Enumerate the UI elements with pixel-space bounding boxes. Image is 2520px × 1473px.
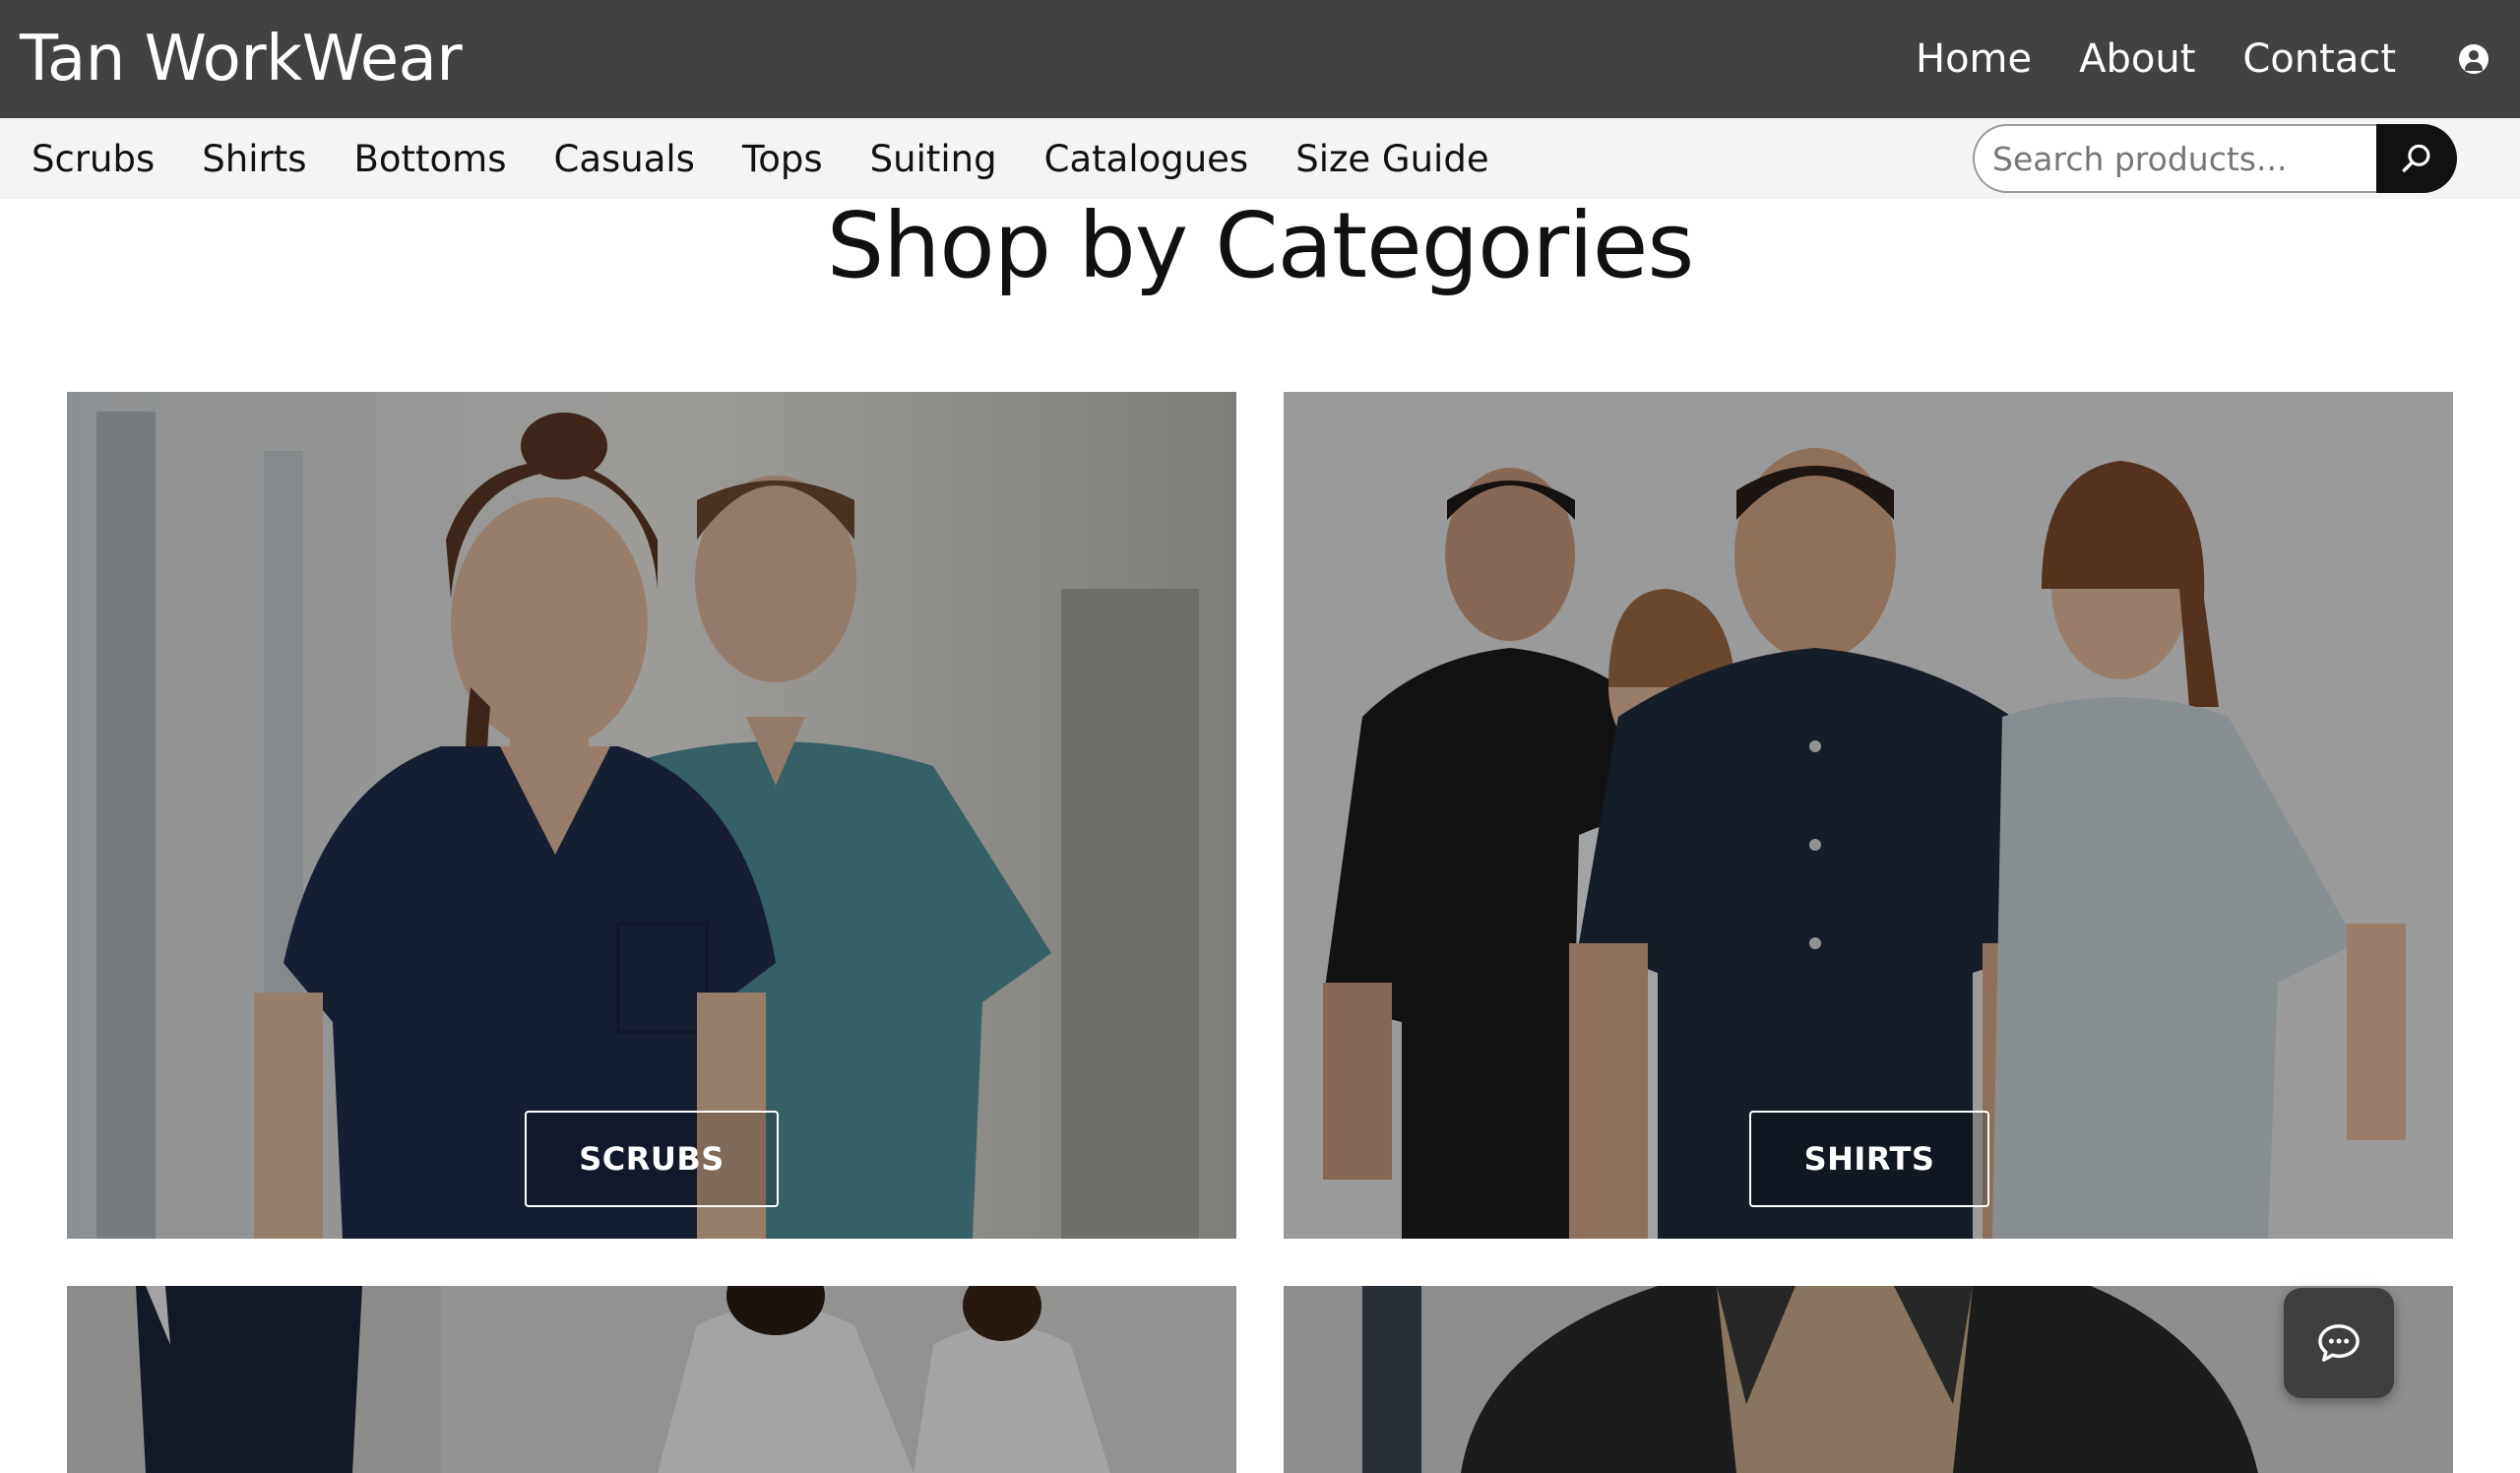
category-tops[interactable]: Tops	[742, 138, 823, 180]
search-bar	[1973, 124, 2457, 193]
category-bar: Scrubs Shirts Bottoms Casuals Tops Suiti…	[0, 118, 2520, 199]
category-shirts[interactable]: Shirts	[202, 138, 306, 180]
shirts-button[interactable]: SHIRTS	[1749, 1111, 1989, 1207]
top-nav: Home About Contact	[1916, 36, 2396, 82]
page-title: Shop by Categories	[826, 193, 1695, 298]
category-tile-bottoms[interactable]	[67, 1286, 1236, 1473]
category-links: Scrubs Shirts Bottoms Casuals Tops Suiti…	[32, 138, 1489, 180]
brand-logo[interactable]: Tan WorkWear	[20, 23, 463, 96]
category-size-guide[interactable]: Size Guide	[1295, 138, 1488, 180]
nav-about[interactable]: About	[2079, 36, 2195, 82]
scrubs-button[interactable]: SCRUBS	[525, 1111, 779, 1207]
chat-button[interactable]	[2284, 1288, 2394, 1398]
category-tile-casuals[interactable]	[1284, 1286, 2453, 1473]
search-input[interactable]	[1973, 124, 2396, 193]
category-tile-shirts[interactable]: SHIRTS	[1284, 392, 2453, 1239]
category-catalogues[interactable]: Catalogues	[1044, 138, 1249, 180]
category-scrubs[interactable]: Scrubs	[32, 138, 155, 180]
category-suiting[interactable]: Suiting	[870, 138, 997, 180]
category-casuals[interactable]: Casuals	[553, 138, 694, 180]
top-header: Tan WorkWear Home About Contact	[0, 0, 2520, 118]
search-icon	[2402, 144, 2430, 172]
category-tile-scrubs[interactable]: SCRUBS	[67, 392, 1236, 1239]
category-bottoms[interactable]: Bottoms	[353, 138, 506, 180]
chat-icon	[2318, 1324, 2360, 1362]
user-circle-icon[interactable]	[2459, 44, 2488, 74]
search-button[interactable]	[2376, 124, 2457, 193]
nav-contact[interactable]: Contact	[2242, 36, 2396, 82]
nav-home[interactable]: Home	[1916, 36, 2032, 82]
